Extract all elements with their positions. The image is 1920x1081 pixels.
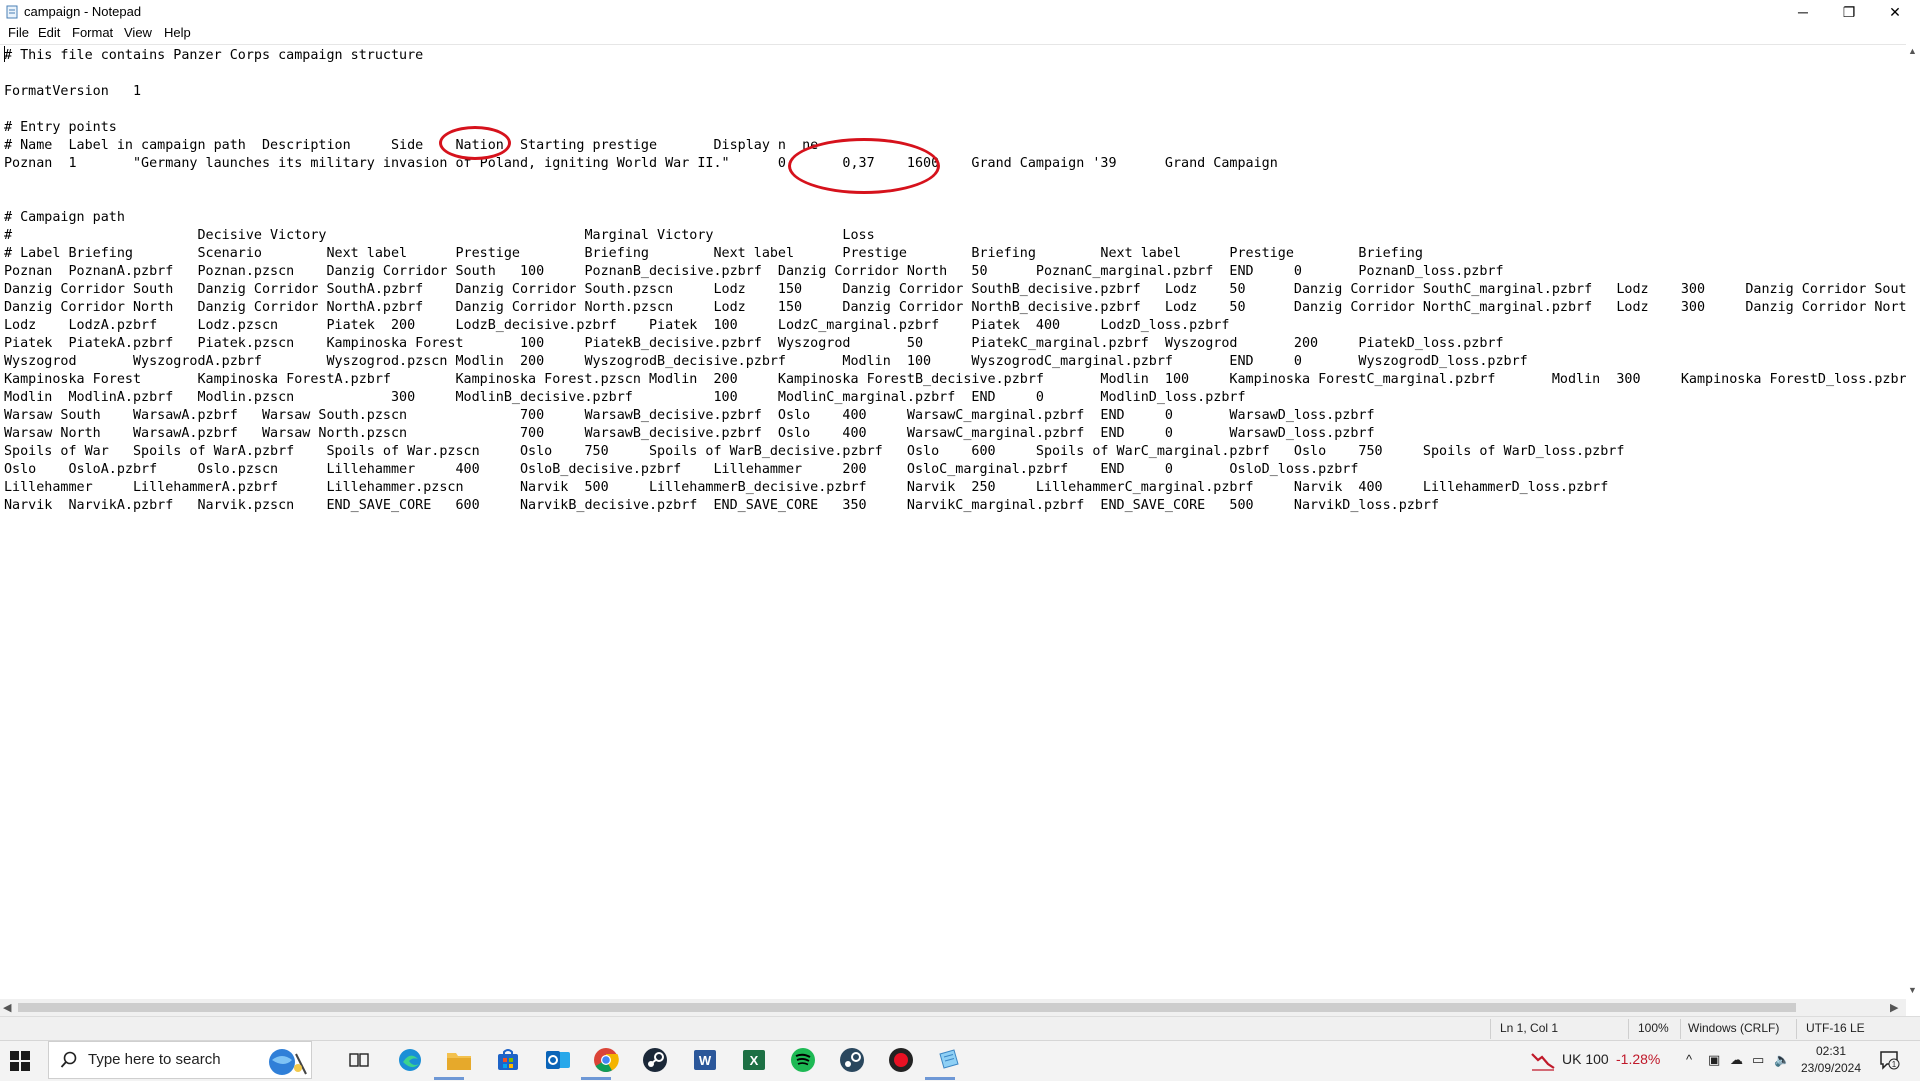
text-line[interactable]: Danzig Corridor South Danzig Corridor So… xyxy=(4,281,1906,299)
text-line[interactable]: # Campaign path xyxy=(4,209,1906,227)
text-line[interactable]: Lodz LodzA.pzbrf Lodz.pzscn Piatek 200 L… xyxy=(4,317,1906,335)
text-caret xyxy=(4,46,5,62)
volume-icon[interactable]: 🔈 xyxy=(1774,1052,1790,1068)
text-line[interactable]: Spoils of War Spoils of WarA.pzbrf Spoil… xyxy=(4,443,1906,461)
text-line[interactable] xyxy=(4,101,1906,119)
text-line[interactable]: Warsaw North WarsawA.pzbrf Warsaw North.… xyxy=(4,425,1906,443)
scroll-left-icon[interactable]: ◀ xyxy=(3,1001,11,1014)
text-line[interactable]: Wyszogrod WyszogrodA.pzbrf Wyszogrod.pzs… xyxy=(4,353,1906,371)
editor-content[interactable]: # This file contains Panzer Corps campai… xyxy=(4,47,1906,515)
scroll-right-icon[interactable]: ▶ xyxy=(1890,1001,1898,1014)
menu-format[interactable]: Format xyxy=(70,25,115,40)
windows-start-icon[interactable] xyxy=(10,1051,30,1071)
word-icon[interactable]: W xyxy=(691,1046,719,1074)
minimize-button[interactable]: ─ xyxy=(1780,0,1826,24)
annotation-circle-values xyxy=(788,138,940,194)
menu-file[interactable]: File xyxy=(6,25,31,40)
text-line[interactable]: Piatek PiatekA.pzbrf Piatek.pzscn Kampin… xyxy=(4,335,1906,353)
status-bar: Ln 1, Col 1 100% Windows (CRLF) UTF-16 L… xyxy=(0,1016,1920,1041)
store-icon[interactable] xyxy=(494,1046,522,1074)
outlook-icon[interactable] xyxy=(544,1046,572,1074)
cursor-position: Ln 1, Col 1 xyxy=(1500,1021,1559,1035)
notepad-icon xyxy=(6,5,18,19)
search-highlight-icon[interactable] xyxy=(264,1044,310,1078)
text-line[interactable]: Poznan 1 "Germany launches its military … xyxy=(4,155,1906,173)
menu-help[interactable]: Help xyxy=(162,25,193,40)
text-line[interactable] xyxy=(4,191,1906,209)
text-line[interactable]: Poznan PoznanA.pzbrf Poznan.pzscn Danzig… xyxy=(4,263,1906,281)
line-ending: Windows (CRLF) xyxy=(1688,1021,1780,1035)
search-icon xyxy=(60,1051,77,1068)
text-line[interactable]: FormatVersion 1 xyxy=(4,83,1906,101)
onedrive-icon[interactable]: ☁ xyxy=(1730,1052,1743,1068)
encoding: UTF-16 LE xyxy=(1806,1021,1865,1035)
text-line[interactable]: Lillehammer LillehammerA.pzbrf Lillehamm… xyxy=(4,479,1906,497)
text-line[interactable]: # Label Briefing Scenario Next label Pre… xyxy=(4,245,1906,263)
text-editor[interactable]: # This file contains Panzer Corps campai… xyxy=(0,44,1906,1000)
text-line[interactable]: # This file contains Panzer Corps campai… xyxy=(4,47,1906,65)
notepad-icon[interactable] xyxy=(935,1046,963,1074)
title-bar: campaign - Notepad ─ ❐ ✕ xyxy=(0,0,1920,24)
edge-icon[interactable] xyxy=(396,1046,424,1074)
stock-change[interactable]: -1.28% xyxy=(1616,1051,1660,1067)
scroll-down-icon[interactable]: ▼ xyxy=(1908,985,1917,995)
text-line[interactable]: Kampinoska Forest Kampinoska ForestA.pzb… xyxy=(4,371,1906,389)
text-line[interactable]: # Name Label in campaign path Descriptio… xyxy=(4,137,1906,155)
network-icon[interactable]: ▭ xyxy=(1752,1052,1764,1068)
text-line[interactable]: # Entry points xyxy=(4,119,1906,137)
annotation-circle-nation xyxy=(439,126,511,160)
horizontal-scroll-thumb[interactable] xyxy=(18,1003,1796,1012)
clock-time[interactable]: 02:31 xyxy=(1800,1044,1862,1058)
chrome-icon[interactable] xyxy=(592,1046,620,1074)
notification-count: 1 xyxy=(1892,1060,1897,1069)
svg-text:W: W xyxy=(699,1053,712,1068)
scroll-up-icon[interactable]: ▲ xyxy=(1908,46,1917,56)
close-button[interactable]: ✕ xyxy=(1872,0,1918,24)
menu-view[interactable]: View xyxy=(122,25,154,40)
menu-edit[interactable]: Edit xyxy=(36,25,62,40)
text-line[interactable]: Oslo OsloA.pzbrf Oslo.pzscn Lillehammer … xyxy=(4,461,1906,479)
restore-button[interactable]: ❐ xyxy=(1826,0,1872,24)
spotify-icon[interactable] xyxy=(789,1046,817,1074)
svg-text:X: X xyxy=(750,1053,759,1068)
task-view-icon[interactable] xyxy=(345,1046,373,1074)
chevron-up-icon[interactable]: ^ xyxy=(1686,1052,1692,1067)
steam-icon[interactable] xyxy=(641,1046,669,1074)
steam-big-picture-icon[interactable] xyxy=(838,1046,866,1074)
text-line[interactable]: Narvik NarvikA.pzbrf Narvik.pzscn END_SA… xyxy=(4,497,1906,515)
clock-date[interactable]: 23/09/2024 xyxy=(1800,1061,1862,1075)
text-line[interactable] xyxy=(4,173,1906,191)
zoom-level: 100% xyxy=(1638,1021,1669,1035)
stock-ticker[interactable]: UK 100 xyxy=(1562,1051,1609,1067)
file-explorer-icon[interactable] xyxy=(445,1046,473,1074)
window-title: campaign - Notepad xyxy=(24,4,142,19)
text-line[interactable]: Danzig Corridor North Danzig Corridor No… xyxy=(4,299,1906,317)
menu-bar: File Edit Format View Help xyxy=(0,24,1920,44)
text-line[interactable]: Warsaw South WarsawA.pzbrf Warsaw South.… xyxy=(4,407,1906,425)
excel-icon[interactable]: X xyxy=(740,1046,768,1074)
text-line[interactable]: # Decisive Victory Marginal Victory Loss xyxy=(4,227,1906,245)
text-line[interactable]: Modlin ModlinA.pzbrf Modlin.pzscn 300 Mo… xyxy=(4,389,1906,407)
record-icon[interactable] xyxy=(887,1046,915,1074)
stock-chart-icon[interactable] xyxy=(1530,1048,1556,1072)
search-input[interactable]: Type here to search xyxy=(88,1051,221,1068)
meet-now-icon[interactable]: ▣ xyxy=(1708,1052,1720,1068)
text-line[interactable] xyxy=(4,65,1906,83)
vertical-scrollbar[interactable] xyxy=(1906,44,1920,999)
notification-icon[interactable]: 1 xyxy=(1878,1049,1900,1071)
